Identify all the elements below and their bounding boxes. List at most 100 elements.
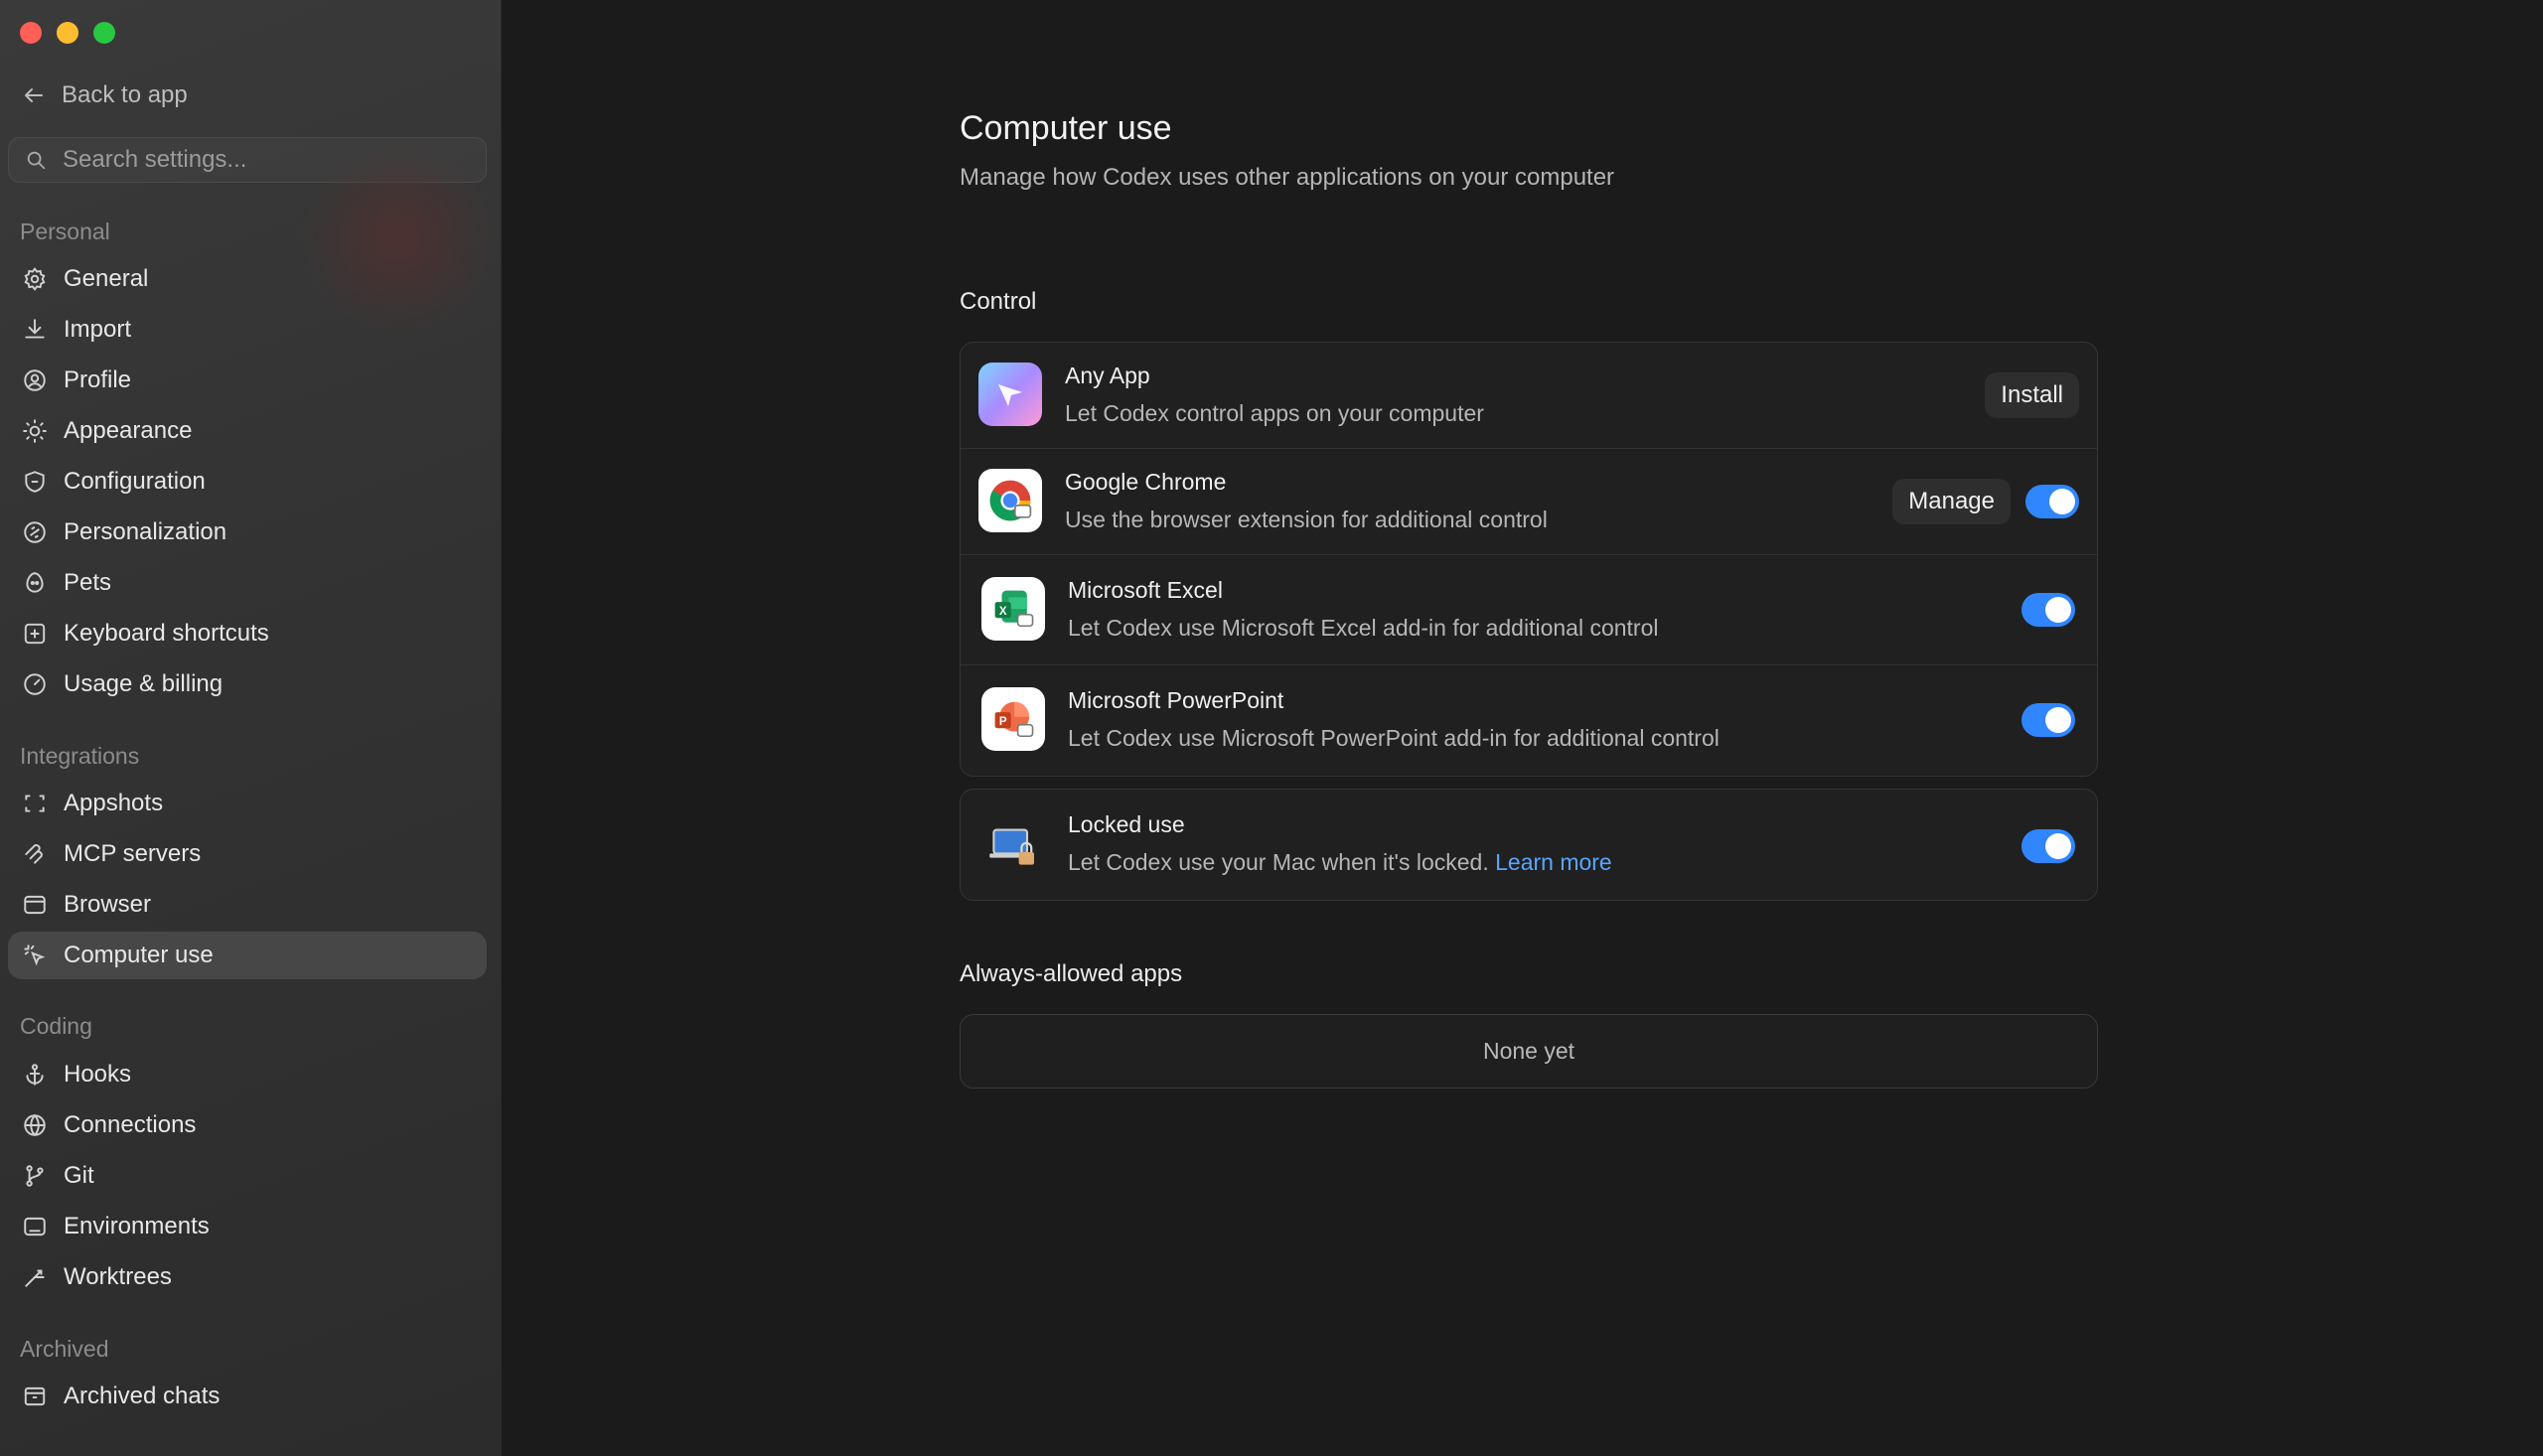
close-window-button[interactable] [20,22,42,44]
sidebar-item-label: Personalization [64,518,227,545]
git-branch-icon [26,1165,44,1187]
chrome-toggle[interactable] [2025,485,2079,518]
section-label-personal: Personal [20,218,110,244]
globe-icon [24,1113,46,1137]
install-button[interactable]: Install [1985,372,2079,418]
locked-use-card: Locked use Let Codex use your Mac when i… [960,789,2098,901]
gauge-icon [24,673,46,695]
sidebar-item-label: Archived chats [64,1383,221,1409]
sidebar-item-appearance[interactable]: Appearance [8,407,487,455]
screenshot-frame-icon [25,795,45,812]
sidebar-item-label: Appearance [64,417,193,444]
personalization-icon [24,521,46,543]
sidebar-item-label: Keyboard shortcuts [64,620,269,647]
keyboard-icon [24,623,46,645]
back-to-app-label: Back to app [62,81,188,108]
user-circle-icon [24,369,46,391]
sidebar-item-label: Computer use [64,942,214,968]
sidebar-item-label: Worktrees [64,1263,172,1290]
download-icon [25,319,45,339]
row-title: Microsoft Excel [1068,577,1223,603]
control-section-label: Control [960,288,1037,315]
learn-more-link[interactable]: Learn more [1495,849,1612,875]
control-row-any-app: Any App Let Codex control apps on your c… [961,343,2097,449]
sidebar-item-appshots[interactable]: Appshots [8,780,487,827]
section-label-coding: Coding [20,1013,92,1039]
anchor-icon [26,1064,44,1086]
sidebar-item-import[interactable]: Import [8,306,487,354]
search-input[interactable] [61,145,462,175]
chrome-icon [978,469,1042,532]
sidebar-item-worktrees[interactable]: Worktrees [8,1253,487,1301]
locked-use-toggle[interactable] [2021,829,2075,863]
sun-icon [23,419,47,443]
page-title: Computer use [960,109,1172,147]
sidebar-item-environments[interactable]: Environments [8,1203,487,1250]
sidebar-item-mcp-servers[interactable]: MCP servers [8,830,487,878]
sidebar-item-label: Configuration [64,468,206,495]
settings-search[interactable] [8,137,487,183]
sidebar-item-label: Browser [64,891,152,918]
settings-main: Computer use Manage how Codex uses other… [502,0,2543,1456]
sidebar-item-computer-use[interactable]: Computer use [8,932,487,979]
sidebar-item-git[interactable]: Git [8,1152,487,1200]
gear-icon [24,267,46,291]
sidebar-item-configuration[interactable]: Configuration [8,458,487,506]
sidebar-item-profile[interactable]: Profile [8,357,487,404]
excel-icon: X [981,577,1045,641]
sidebar-item-label: Git [64,1162,94,1189]
svg-text:X: X [999,606,1007,618]
powerpoint-toggle[interactable] [2021,703,2075,737]
row-title: Locked use [1068,811,1185,837]
browser-window-icon [24,895,46,915]
locked-use-description: Let Codex use your Mac when it's locked. [1068,849,1489,875]
sidebar-item-label: Profile [64,366,132,393]
sidebar-item-label: Connections [64,1111,197,1138]
row-description: Let Codex use Microsoft PowerPoint add-i… [1068,725,1720,751]
sidebar-item-label: Hooks [64,1061,132,1088]
sidebar-item-label: Import [64,316,132,343]
sidebar-item-general[interactable]: General [8,255,487,303]
mcp-icon [25,844,43,864]
laptop-icon [24,1217,46,1237]
row-title: Google Chrome [1065,469,1227,495]
sidebar-item-label: Pets [64,569,112,596]
sidebar-item-label: Appshots [64,790,164,816]
control-card: Any App Let Codex control apps on your c… [960,342,2098,777]
powerpoint-icon: P [981,687,1045,751]
zoom-window-button[interactable] [93,22,115,44]
row-title: Microsoft PowerPoint [1068,687,1284,713]
row-title: Any App [1065,363,1150,388]
arrow-left-icon [25,88,43,102]
svg-text:P: P [999,716,1007,728]
row-description: Use the browser extension for additional… [1065,507,1548,532]
page-subtitle: Manage how Codex uses other applications… [960,164,1615,191]
excel-toggle[interactable] [2021,593,2075,627]
sidebar-item-usage-billing[interactable]: Usage & billing [8,660,487,708]
sidebar-item-personalization[interactable]: Personalization [8,509,487,556]
sidebar-item-label: General [64,265,149,292]
window-controls [20,22,115,44]
egg-icon [26,572,44,593]
always-allowed-empty-state: None yet [960,1014,2098,1089]
back-to-app-button[interactable]: Back to app [22,81,188,109]
sidebar-item-keyboard-shortcuts[interactable]: Keyboard shortcuts [8,610,487,657]
sidebar-item-browser[interactable]: Browser [8,881,487,929]
sidebar-item-hooks[interactable]: Hooks [8,1051,487,1098]
manage-button[interactable]: Manage [1892,479,2011,524]
sidebar-item-archived-chats[interactable]: Archived chats [8,1373,487,1420]
section-label-integrations: Integrations [20,743,140,769]
settings-sidebar: Back to app Personal General Import Prof… [0,0,502,1456]
sidebar-item-pets[interactable]: Pets [8,559,487,607]
row-description: Let Codex control apps on your computer [1065,400,1484,426]
sidebar-item-label: Environments [64,1213,210,1239]
sidebar-item-connections[interactable]: Connections [8,1101,487,1149]
sidebar-item-label: MCP servers [64,840,202,867]
codex-cursor-icon [978,363,1042,426]
minimize-window-button[interactable] [57,22,78,44]
row-description: Let Codex use your Mac when it's locked.… [1068,849,1612,876]
control-row-google-chrome: Google Chrome Use the browser extension … [961,449,2097,555]
section-label-archived: Archived [20,1336,109,1362]
row-description: Let Codex use Microsoft Excel add-in for… [1068,615,1659,641]
always-allowed-section-label: Always-allowed apps [960,960,1183,987]
